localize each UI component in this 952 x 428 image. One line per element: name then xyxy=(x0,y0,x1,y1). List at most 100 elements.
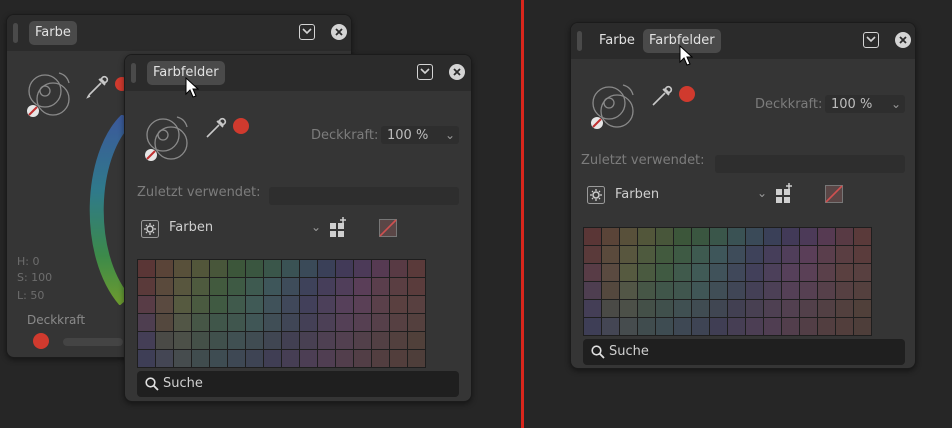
color-swatch[interactable] xyxy=(836,228,853,245)
color-swatch[interactable] xyxy=(174,332,191,349)
color-swatch[interactable] xyxy=(282,260,299,277)
color-swatch[interactable] xyxy=(764,318,781,335)
close-button[interactable] xyxy=(331,24,347,40)
color-swatch[interactable] xyxy=(300,278,317,295)
color-swatch[interactable] xyxy=(620,318,637,335)
color-swatch[interactable] xyxy=(818,300,835,317)
color-swatch[interactable] xyxy=(818,246,835,263)
color-swatch[interactable] xyxy=(210,296,227,313)
opacity-slider-track[interactable] xyxy=(63,338,123,346)
color-swatch[interactable] xyxy=(800,300,817,317)
color-swatch[interactable] xyxy=(246,350,263,367)
eyedropper-icon[interactable] xyxy=(649,81,677,109)
color-swatch[interactable] xyxy=(674,318,691,335)
color-swatch[interactable] xyxy=(318,278,335,295)
color-swatch[interactable] xyxy=(584,246,601,263)
chevron-down-icon[interactable]: ⌄ xyxy=(311,220,321,234)
color-swatch[interactable] xyxy=(656,228,673,245)
palette-name[interactable]: Farben xyxy=(169,220,213,235)
drag-handle[interactable] xyxy=(131,63,136,83)
color-swatch[interactable] xyxy=(638,318,655,335)
color-swatch[interactable] xyxy=(300,314,317,331)
color-swatch[interactable] xyxy=(354,314,371,331)
color-swatch[interactable] xyxy=(246,278,263,295)
color-swatch[interactable] xyxy=(692,318,709,335)
color-swatch[interactable] xyxy=(372,314,389,331)
color-swatch[interactable] xyxy=(228,260,245,277)
color-swatch[interactable] xyxy=(800,282,817,299)
color-swatch[interactable] xyxy=(854,264,871,281)
color-swatch[interactable] xyxy=(836,318,853,335)
color-swatch[interactable] xyxy=(728,300,745,317)
color-swatch[interactable] xyxy=(372,350,389,367)
color-swatch[interactable] xyxy=(246,260,263,277)
drag-handle[interactable] xyxy=(13,23,18,43)
color-swatch[interactable] xyxy=(584,228,601,245)
add-swatch-icon[interactable] xyxy=(329,217,349,237)
color-swatch[interactable] xyxy=(318,260,335,277)
color-swatch[interactable] xyxy=(408,350,425,367)
color-swatch[interactable] xyxy=(156,278,173,295)
color-swatch[interactable] xyxy=(800,246,817,263)
color-swatch[interactable] xyxy=(800,264,817,281)
color-swatch[interactable] xyxy=(746,282,763,299)
search-input[interactable]: Suche xyxy=(137,371,459,397)
color-swatch[interactable] xyxy=(764,264,781,281)
no-color-icon[interactable] xyxy=(825,185,843,203)
color-swatch[interactable] xyxy=(836,246,853,263)
color-circles-icon[interactable] xyxy=(587,79,641,133)
color-swatch[interactable] xyxy=(800,318,817,335)
color-swatch[interactable] xyxy=(710,246,727,263)
gear-icon[interactable] xyxy=(141,220,159,238)
color-swatch[interactable] xyxy=(836,300,853,317)
color-swatch[interactable] xyxy=(584,264,601,281)
add-swatch-icon[interactable] xyxy=(775,183,795,203)
color-swatch[interactable] xyxy=(674,228,691,245)
color-swatch[interactable] xyxy=(372,332,389,349)
color-swatch[interactable] xyxy=(318,314,335,331)
color-swatch[interactable] xyxy=(854,318,871,335)
color-swatch[interactable] xyxy=(674,264,691,281)
color-swatch[interactable] xyxy=(584,282,601,299)
eyedropper-icon[interactable] xyxy=(85,71,113,99)
current-color-swatch[interactable] xyxy=(679,86,695,102)
color-swatch[interactable] xyxy=(764,246,781,263)
color-swatch[interactable] xyxy=(408,332,425,349)
color-swatch[interactable] xyxy=(692,228,709,245)
color-circles-icon[interactable] xyxy=(23,67,77,121)
color-swatch[interactable] xyxy=(408,260,425,277)
color-swatch[interactable] xyxy=(638,300,655,317)
color-swatch[interactable] xyxy=(408,296,425,313)
color-swatch[interactable] xyxy=(818,264,835,281)
color-swatch[interactable] xyxy=(674,282,691,299)
color-swatch[interactable] xyxy=(620,246,637,263)
color-swatch[interactable] xyxy=(602,318,619,335)
color-swatch[interactable] xyxy=(336,296,353,313)
close-button[interactable] xyxy=(449,64,465,80)
color-swatch[interactable] xyxy=(138,296,155,313)
color-swatch[interactable] xyxy=(638,228,655,245)
color-swatch[interactable] xyxy=(246,296,263,313)
color-swatch[interactable] xyxy=(854,282,871,299)
color-swatch[interactable] xyxy=(782,318,799,335)
color-swatch[interactable] xyxy=(282,296,299,313)
color-swatch[interactable] xyxy=(638,282,655,299)
color-swatch[interactable] xyxy=(584,318,601,335)
color-swatch[interactable] xyxy=(408,314,425,331)
color-swatch[interactable] xyxy=(638,264,655,281)
color-swatch[interactable] xyxy=(710,282,727,299)
color-swatch[interactable] xyxy=(354,332,371,349)
color-swatch[interactable] xyxy=(710,264,727,281)
color-swatch[interactable] xyxy=(602,264,619,281)
color-swatch[interactable] xyxy=(782,300,799,317)
color-swatch[interactable] xyxy=(318,296,335,313)
color-swatch[interactable] xyxy=(174,260,191,277)
color-swatch[interactable] xyxy=(156,350,173,367)
color-swatch[interactable] xyxy=(138,314,155,331)
color-swatch[interactable] xyxy=(354,260,371,277)
color-swatch[interactable] xyxy=(674,300,691,317)
color-swatch[interactable] xyxy=(156,296,173,313)
color-swatch[interactable] xyxy=(354,350,371,367)
color-swatch[interactable] xyxy=(264,278,281,295)
color-swatch[interactable] xyxy=(174,296,191,313)
